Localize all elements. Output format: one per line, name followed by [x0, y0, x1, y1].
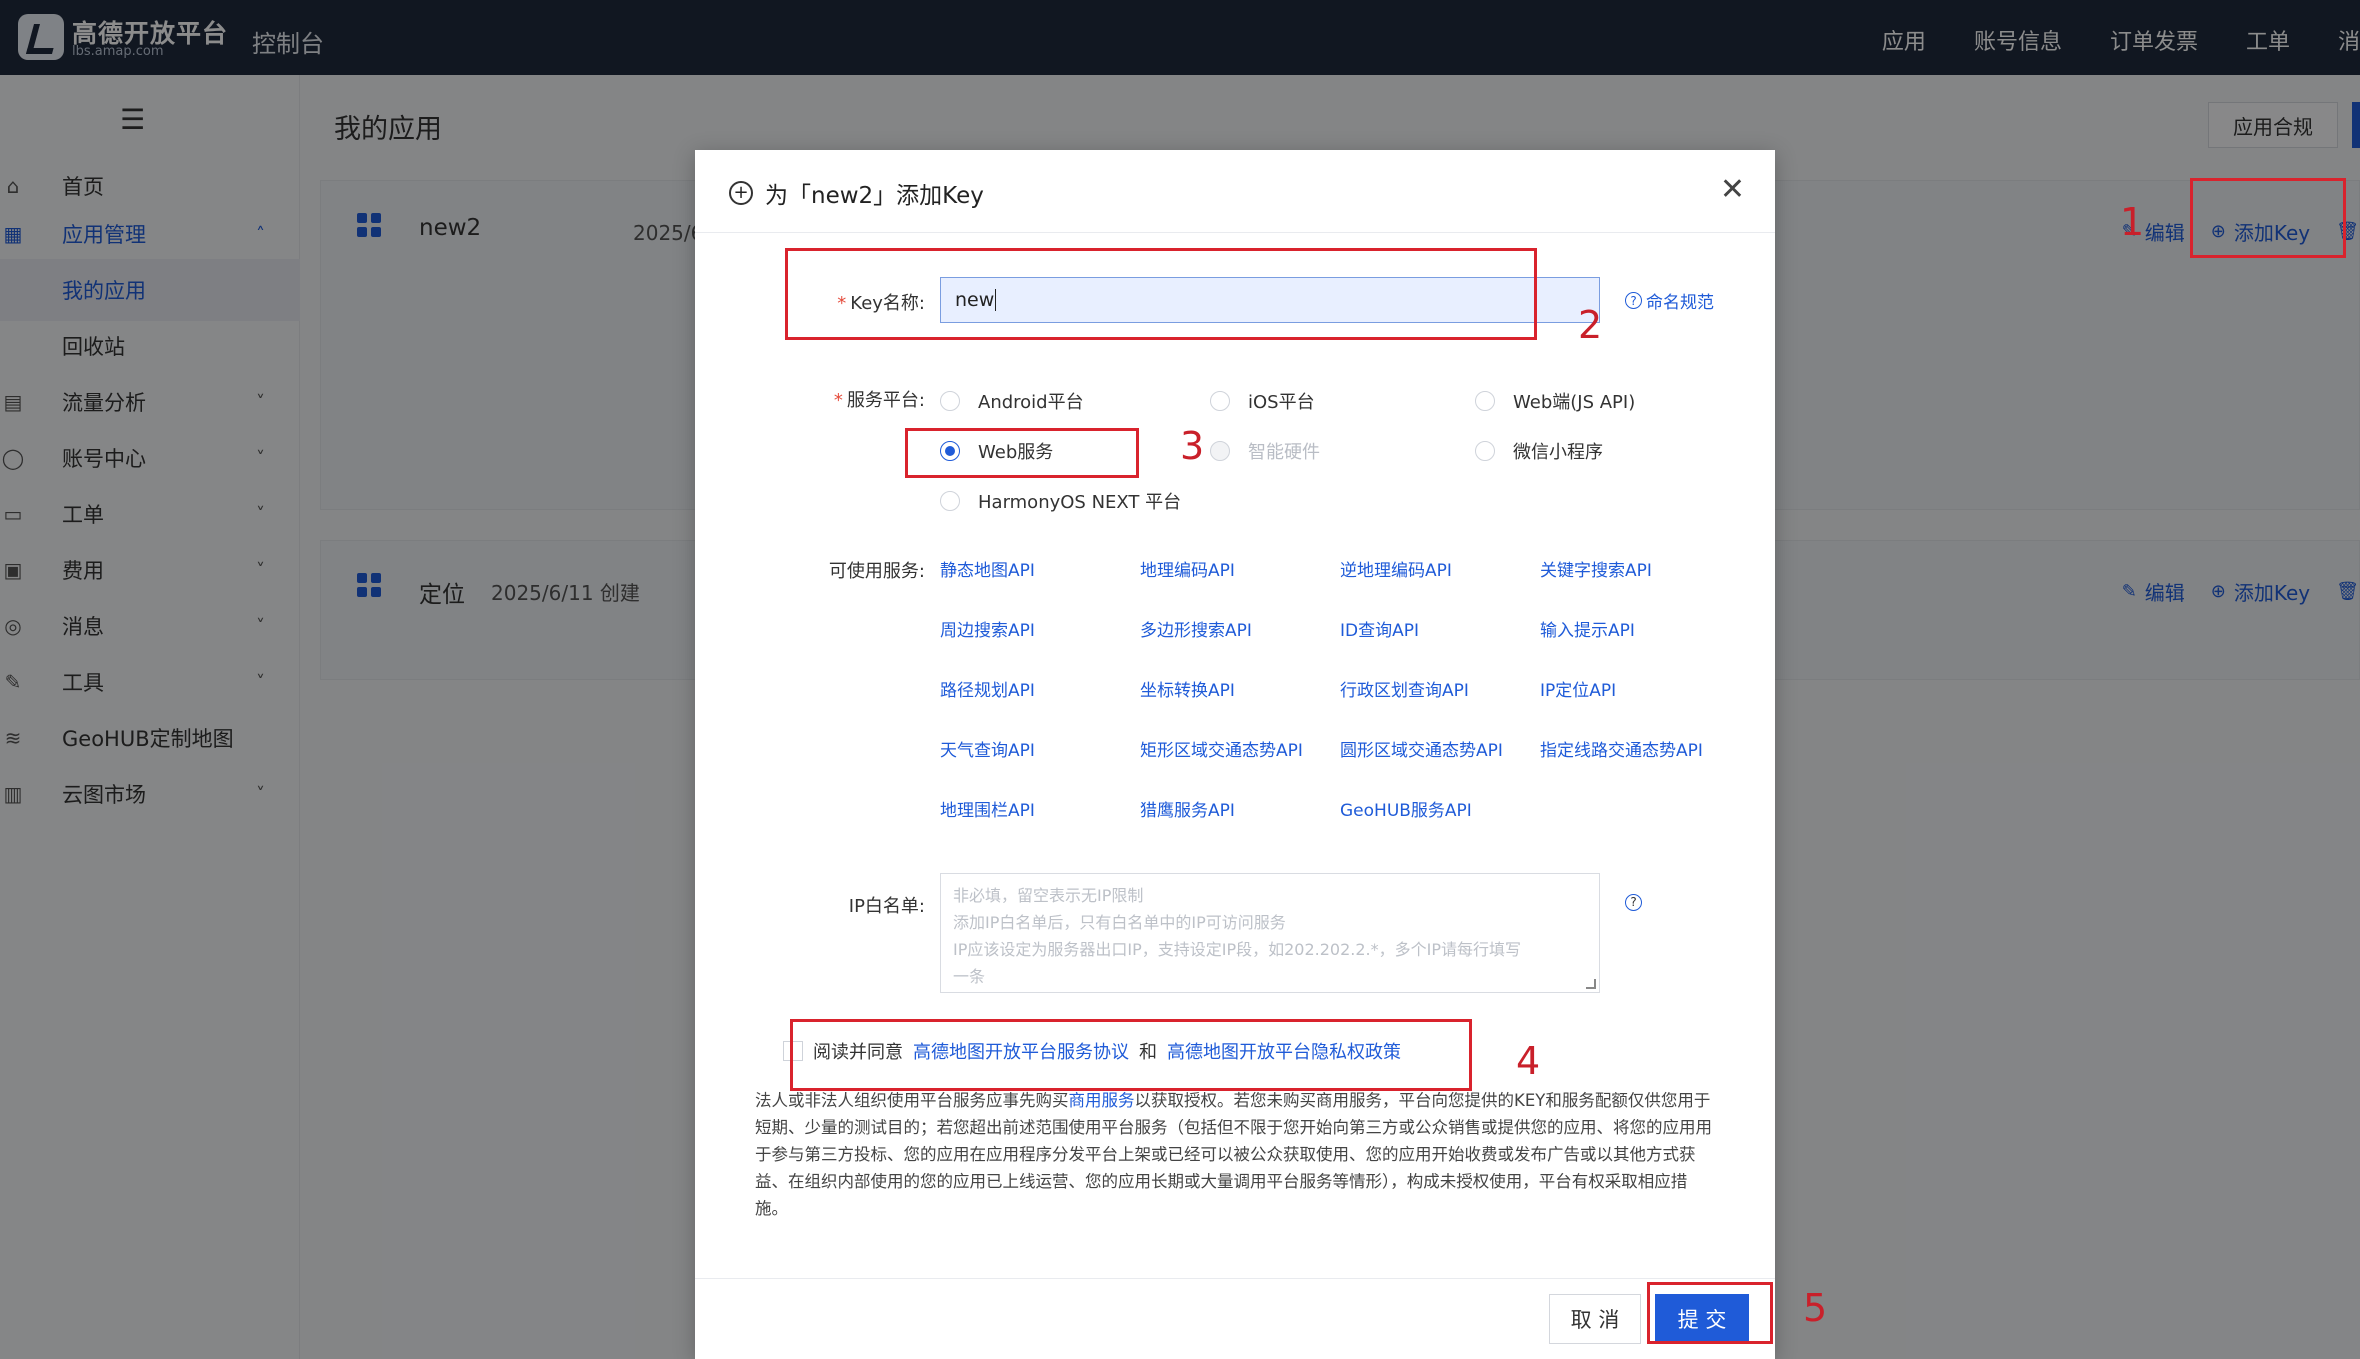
services-label: 可使用服务: — [828, 561, 925, 582]
service-link[interactable]: 行政区划查询API — [1340, 676, 1469, 701]
annotation-number-4: 4 — [1516, 1039, 1541, 1083]
plus-circle-icon: + — [729, 181, 753, 205]
service-link[interactable]: GeoHUB服务API — [1340, 796, 1472, 821]
service-link[interactable]: 猎鹰服务API — [1140, 796, 1235, 821]
service-link[interactable]: 输入提示API — [1540, 616, 1635, 641]
resize-handle-icon[interactable] — [1586, 979, 1596, 989]
service-link[interactable]: 矩形区域交通态势API — [1140, 736, 1303, 761]
service-link[interactable]: 坐标转换API — [1140, 676, 1235, 701]
platform-label: * 服务平台: — [833, 390, 925, 411]
dialog-title: + 为「new2」添加Key — [729, 176, 984, 210]
service-link[interactable]: 静态地图API — [940, 556, 1035, 581]
naming-rule-link[interactable]: ? 命名规范 — [1625, 288, 1714, 313]
help-icon: ? — [1625, 292, 1642, 309]
annotation-number-5: 5 — [1803, 1286, 1828, 1330]
help-icon: ? — [1625, 893, 1642, 911]
close-icon[interactable]: ✕ — [1720, 172, 1745, 207]
ip-whitelist-textarea[interactable]: 非必填，留空表示无IP限制 添加IP白名单后，只有白名单中的IP可访问服务 IP… — [940, 873, 1600, 993]
annotation-box-2 — [785, 248, 1537, 340]
service-link[interactable]: 地理编码API — [1140, 556, 1235, 581]
ip-whitelist-label: IP白名单: — [848, 896, 925, 917]
service-link[interactable]: 多边形搜索API — [1140, 616, 1252, 641]
commercial-service-link[interactable]: 商用服务 — [1069, 1091, 1135, 1110]
service-link[interactable]: 圆形区域交通态势API — [1340, 736, 1503, 761]
annotation-box-4 — [790, 1019, 1472, 1091]
service-link[interactable]: 路径规划API — [940, 676, 1035, 701]
annotation-number-3: 3 — [1180, 424, 1205, 468]
service-link[interactable]: 周边搜索API — [940, 616, 1035, 641]
annotation-number-2: 2 — [1578, 303, 1603, 347]
service-link[interactable]: 指定线路交通态势API — [1540, 736, 1703, 761]
annotation-box-3 — [905, 428, 1139, 478]
radio-ios[interactable]: iOS平台 — [1210, 388, 1315, 414]
annotation-box-1 — [2190, 178, 2346, 258]
service-link[interactable]: 关键字搜索API — [1540, 556, 1652, 581]
annotation-box-5 — [1647, 1282, 1773, 1344]
cancel-button[interactable]: 取 消 — [1549, 1294, 1641, 1344]
service-link[interactable]: ID查询API — [1340, 616, 1419, 641]
dialog-header: + 为「new2」添加Key ✕ — [695, 150, 1775, 233]
radio-android[interactable]: Android平台 — [940, 388, 1084, 414]
radio-wechat-mini[interactable]: 微信小程序 — [1475, 438, 1603, 464]
ip-help-button[interactable]: ? — [1625, 891, 1642, 911]
license-notice: 法人或非法人组织使用平台服务应事先购买商用服务以获取授权。若您未购买商用服务，平… — [755, 1091, 1712, 1218]
service-link[interactable]: 天气查询API — [940, 736, 1035, 761]
annotation-number-1: 1 — [2120, 200, 2145, 244]
service-link[interactable]: 地理围栏API — [940, 796, 1035, 821]
dialog-footer: 取 消 提 交 — [695, 1278, 1775, 1359]
radio-web-js[interactable]: Web端(JS API) — [1475, 388, 1635, 414]
radio-smart-hardware: 智能硬件 — [1210, 438, 1320, 464]
service-link[interactable]: IP定位API — [1540, 676, 1616, 701]
service-link[interactable]: 逆地理编码API — [1340, 556, 1452, 581]
radio-harmonyos[interactable]: HarmonyOS NEXT 平台 — [940, 488, 1181, 514]
